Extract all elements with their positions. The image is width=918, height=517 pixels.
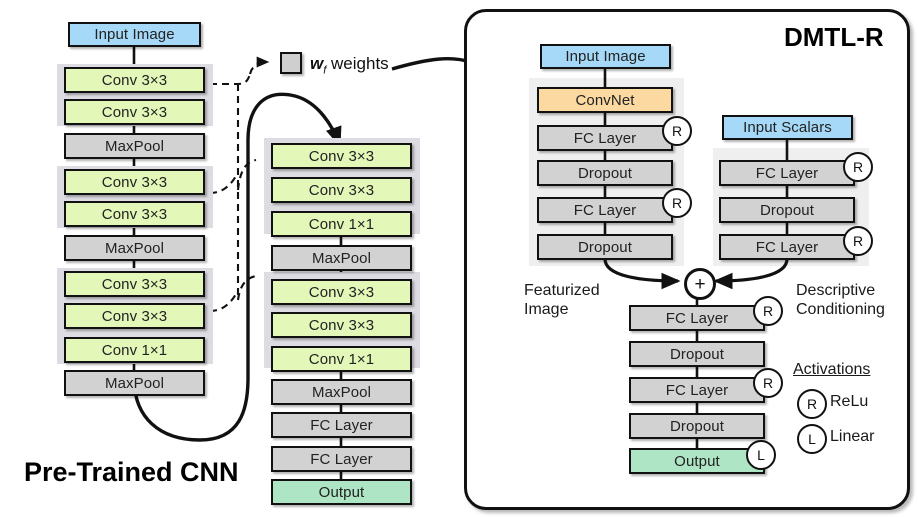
- middle-node-conv-5[interactable]: Conv 3×3: [271, 312, 412, 338]
- panel-node-dropout-scalar-1[interactable]: Dropout: [719, 197, 855, 223]
- middle-node-conv-1[interactable]: Conv 3×3: [271, 143, 412, 169]
- panel-node-dropout-head-2[interactable]: Dropout: [629, 413, 765, 439]
- legend-icon-relu: R: [797, 389, 827, 419]
- middle-node-fc-1[interactable]: FC Layer: [271, 412, 412, 438]
- weights-label-text: weights: [331, 54, 389, 73]
- middle-node-conv-2[interactable]: Conv 3×3: [271, 177, 412, 203]
- left-node-maxpool-1[interactable]: MaxPool: [64, 133, 205, 159]
- middle-node-conv-4[interactable]: Conv 3×3: [271, 279, 412, 305]
- panel-node-output[interactable]: Output: [629, 448, 765, 474]
- weights-label: wf weights: [310, 54, 389, 77]
- panel-node-fc-head-2[interactable]: FC Layer: [629, 377, 765, 403]
- panel-node-fc-scalar-2[interactable]: FC Layer: [719, 234, 855, 260]
- panel-node-fc-image-2[interactable]: FC Layer: [537, 197, 673, 223]
- left-node-conv-2[interactable]: Conv 3×3: [64, 99, 205, 125]
- activation-badge-relu-image-1: R: [662, 116, 692, 146]
- left-node-conv-4[interactable]: Conv 3×3: [64, 201, 205, 227]
- activation-badge-linear-output: L: [746, 440, 776, 470]
- activation-badge-relu-head-2: R: [753, 368, 783, 398]
- panel-node-fc-image-1[interactable]: FC Layer: [537, 125, 673, 151]
- descriptive-conditioning-caption: Descriptive Conditioning: [796, 282, 885, 318]
- legend-label-relu: ReLu: [830, 393, 869, 410]
- left-node-conv-7[interactable]: Conv 1×1: [64, 337, 205, 363]
- panel-node-fc-head-1[interactable]: FC Layer: [629, 305, 765, 331]
- activation-badge-relu-scalar-1: R: [843, 152, 873, 182]
- legend-title: Activations: [793, 361, 871, 378]
- panel-node-dropout-image-2[interactable]: Dropout: [537, 234, 673, 260]
- left-node-maxpool-2[interactable]: MaxPool: [64, 235, 205, 261]
- panel-node-dropout-image-1[interactable]: Dropout: [537, 160, 673, 186]
- legend-label-linear: Linear: [830, 428, 875, 445]
- middle-node-fc-2[interactable]: FC Layer: [271, 446, 412, 472]
- weights-swatch-icon: [280, 52, 302, 74]
- featurized-image-caption: Featurized Image: [524, 282, 600, 318]
- middle-node-output[interactable]: Output: [271, 479, 412, 505]
- legend-icon-linear: L: [797, 424, 827, 454]
- panel-node-input-image[interactable]: Input Image: [540, 44, 671, 69]
- panel-node-input-scalars[interactable]: Input Scalars: [722, 115, 853, 140]
- middle-node-maxpool-1[interactable]: MaxPool: [271, 245, 412, 271]
- middle-node-maxpool-2[interactable]: MaxPool: [271, 379, 412, 405]
- left-node-maxpool-3[interactable]: MaxPool: [64, 370, 205, 396]
- left-node-conv-5[interactable]: Conv 3×3: [64, 271, 205, 297]
- panel-node-fc-scalar-1[interactable]: FC Layer: [719, 160, 855, 186]
- left-node-conv-1[interactable]: Conv 3×3: [64, 67, 205, 93]
- panel-node-convnet[interactable]: ConvNet: [537, 87, 673, 113]
- panel-node-dropout-head-1[interactable]: Dropout: [629, 341, 765, 367]
- dmtl-r-title: DMTL-R: [784, 22, 884, 52]
- activation-badge-relu-scalar-2: R: [843, 226, 873, 256]
- activation-badge-relu-image-2: R: [662, 188, 692, 218]
- merge-add-node: +: [684, 268, 716, 300]
- left-node-conv-3[interactable]: Conv 3×3: [64, 169, 205, 195]
- left-node-conv-6[interactable]: Conv 3×3: [64, 303, 205, 329]
- diagram-canvas: Input Image Conv 3×3 Conv 3×3 MaxPool Co…: [0, 0, 918, 517]
- activation-badge-relu-head-1: R: [753, 296, 783, 326]
- middle-node-conv-6[interactable]: Conv 1×1: [271, 346, 412, 372]
- pre-trained-cnn-title: Pre-Trained CNN: [24, 457, 239, 487]
- left-node-input-image[interactable]: Input Image: [68, 22, 201, 47]
- middle-node-conv-3[interactable]: Conv 1×1: [271, 211, 412, 237]
